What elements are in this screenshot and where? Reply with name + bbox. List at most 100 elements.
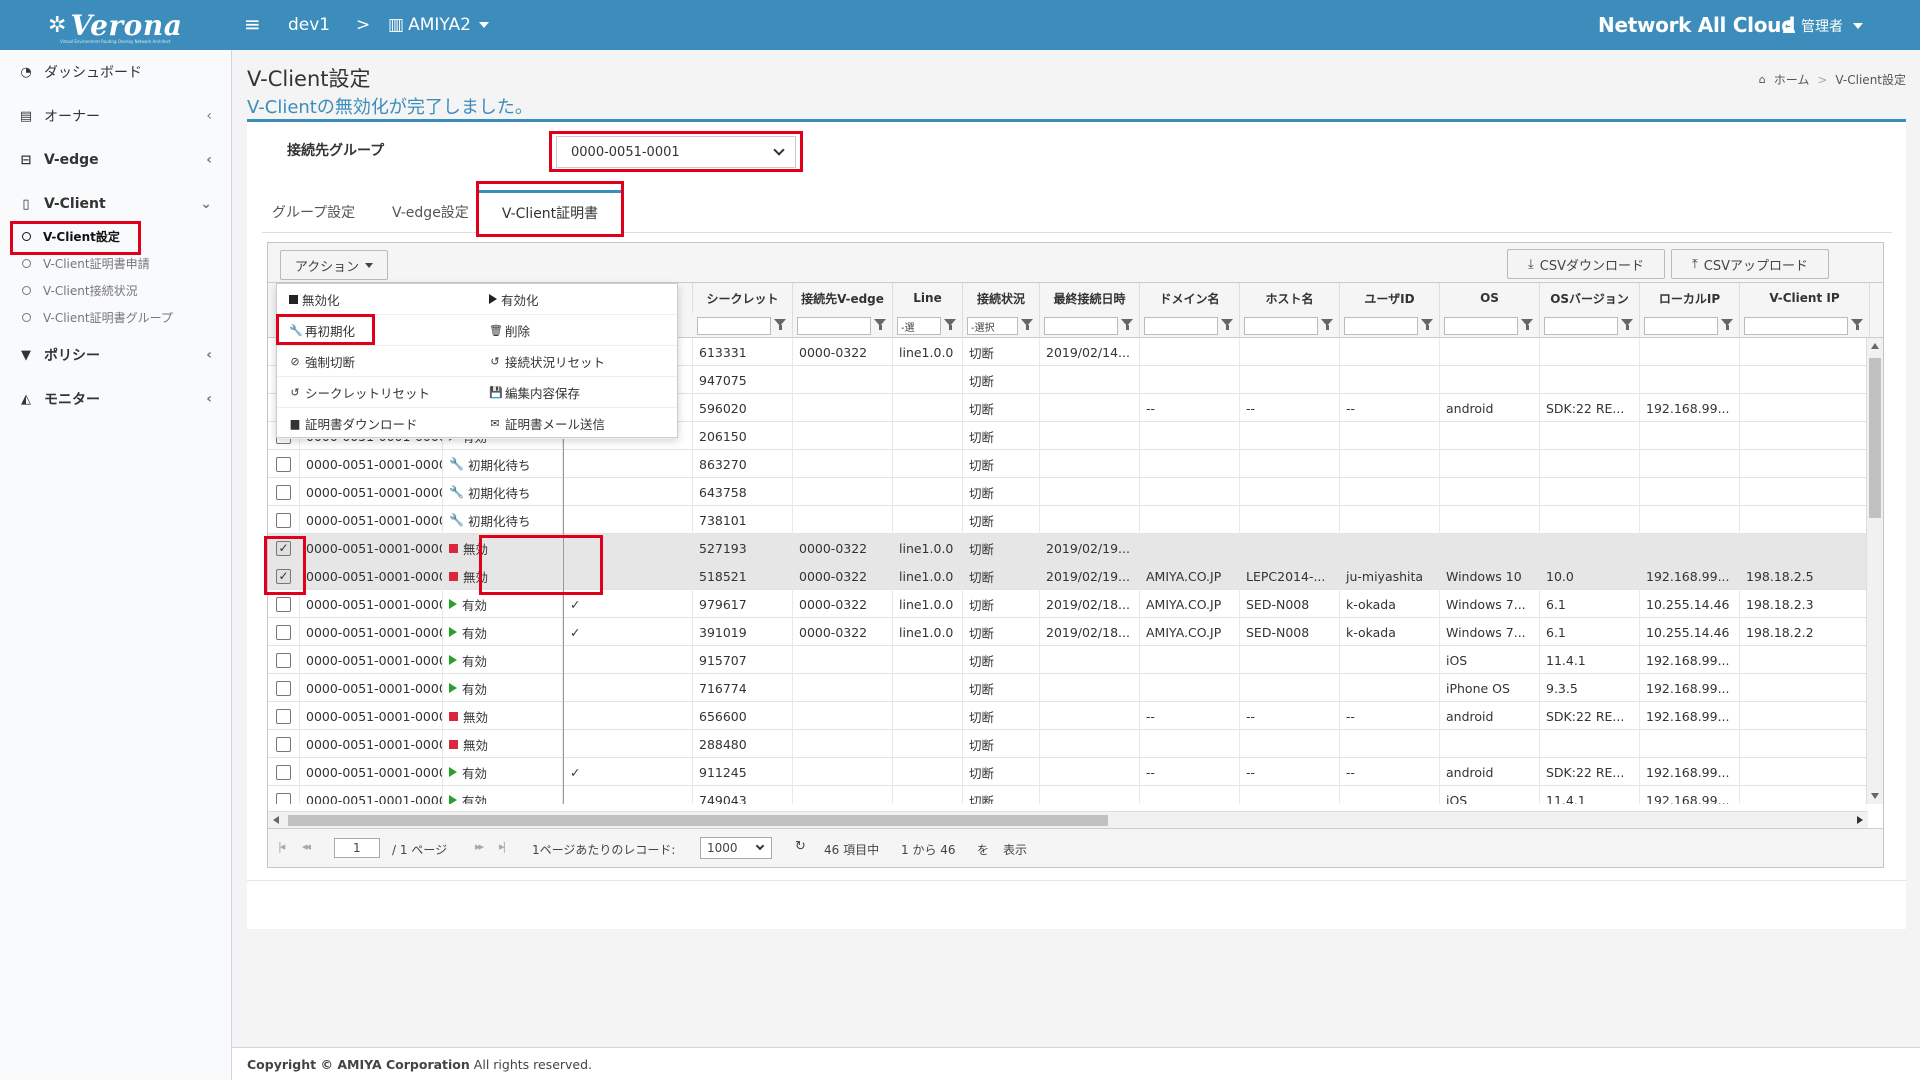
column-header-vip[interactable]: V-Client IP (1740, 283, 1870, 313)
filter-icon[interactable] (1521, 319, 1533, 330)
table-row[interactable]: 0000-0051-0001-000006🔧初期化待ち863270切断 (268, 450, 1868, 478)
column-header-host[interactable]: ホスト名 (1240, 283, 1340, 313)
filter-input-host[interactable] (1244, 317, 1318, 335)
action-menu-item[interactable]: ⊘ 強制切断 (277, 346, 477, 377)
per-page-select[interactable]: 1000 (700, 837, 772, 859)
filter-icon[interactable] (774, 319, 786, 330)
filter-icon[interactable] (1121, 319, 1133, 330)
filter-input-line[interactable]: -選 (897, 317, 941, 335)
sidebar-item-owner[interactable]: ▤ オーナー ‹ (0, 94, 232, 138)
table-row[interactable]: 0000-0051-0001-000007🔧初期化待ち643758切断 (268, 478, 1868, 506)
table-row[interactable]: 0000-0051-0001-000015無効656600切断------and… (268, 702, 1868, 730)
table-row[interactable]: 0000-0051-0001-000014 有効 716774 切断 iPhone OS… (268, 674, 1868, 702)
csv-download-button[interactable]: ⤓ CSVダウンロード (1507, 249, 1665, 279)
table-row[interactable]: ✓ 0000-0051-0001-000010 無効 5185210000-0322l… (268, 562, 1868, 590)
horizontal-scrollbar[interactable] (268, 811, 1868, 828)
action-menu-item[interactable]: 🔧 再初期化 (277, 315, 477, 346)
column-header-line[interactable]: Line (893, 283, 963, 313)
table-row[interactable]: 0000-0051-0001-000012 有効 ✓3910190000-0322l… (268, 618, 1868, 646)
row-checkbox[interactable] (276, 736, 291, 752)
table-row[interactable]: 0000-0051-0001-000013 有効 915707 切断 iOS11.4.1… (268, 646, 1868, 674)
sidebar-sub-cert-request[interactable]: V-Client証明書申請 (0, 250, 232, 277)
next-page-icon[interactable]: ▸▸ (475, 840, 484, 853)
csv-upload-button[interactable]: ⤒ CSVアップロード (1671, 249, 1829, 279)
sidebar-sub-cert-group[interactable]: V-Client証明書グループ (0, 304, 232, 331)
sidebar-item-monitor[interactable]: ◭ モニター ‹ (0, 377, 232, 421)
action-menu-item[interactable]: 💾 編集内容保存 (477, 377, 677, 408)
scroll-right-icon[interactable] (1857, 816, 1863, 824)
row-checkbox[interactable] (276, 512, 291, 528)
filter-icon[interactable] (874, 319, 886, 330)
filter-input-vip[interactable] (1744, 317, 1848, 335)
column-header-last[interactable]: 最終接続日時 (1040, 283, 1140, 313)
sidebar-sub-vclient-settings[interactable]: V-Client設定 (0, 223, 232, 250)
table-row[interactable]: ✓ 0000-0051-0001-000009 無効 5271930000-0322l… (268, 534, 1868, 562)
scroll-thumb[interactable] (288, 815, 1108, 826)
filter-input-lip[interactable] (1644, 317, 1718, 335)
filter-icon[interactable] (944, 319, 956, 330)
column-header-domain[interactable]: ドメイン名 (1140, 283, 1240, 313)
row-checkbox[interactable] (276, 792, 291, 804)
action-menu-item[interactable]: 無効化 (277, 284, 477, 315)
sidebar-item-policy[interactable]: ▼ ポリシー ‹ (0, 333, 232, 377)
row-checkbox[interactable] (276, 652, 291, 668)
filter-input-user[interactable] (1344, 317, 1418, 335)
row-checkbox[interactable] (276, 764, 291, 780)
action-menu-item[interactable]: ↺ シークレットリセット (277, 377, 477, 408)
row-checkbox[interactable] (276, 624, 291, 640)
action-menu-item[interactable]: ▆ 証明書ダウンロード (277, 408, 477, 439)
logo[interactable]: ✲ Verona Virtual Environment Routing Ove… (0, 0, 232, 50)
row-checkbox[interactable]: ✓ (276, 540, 291, 556)
row-checkbox[interactable] (276, 456, 291, 472)
column-header-osv[interactable]: OSバージョン (1540, 283, 1640, 313)
table-row[interactable]: 0000-0051-0001-000008🔧初期化待ち738101切断 (268, 506, 1868, 534)
refresh-icon[interactable]: ↻ (795, 839, 806, 854)
row-checkbox[interactable] (276, 484, 291, 500)
filter-input-domain[interactable] (1144, 317, 1218, 335)
filter-input-vedge[interactable] (797, 317, 871, 335)
action-menu-item[interactable]: ✉ 証明書メール送信 (477, 408, 677, 439)
group-select[interactable]: 0000-0051-0001 (556, 136, 796, 168)
filter-input-osv[interactable] (1544, 317, 1618, 335)
row-checkbox[interactable] (276, 708, 291, 724)
filter-icon[interactable] (1221, 319, 1233, 330)
sidebar-item-dashboard[interactable]: ◔ ダッシュボード (0, 50, 232, 94)
vertical-scrollbar[interactable] (1866, 338, 1883, 804)
action-button[interactable]: アクション (280, 250, 388, 280)
filter-input-secret[interactable] (697, 317, 771, 335)
table-row[interactable]: 0000-0051-0001-000011 有効 ✓9796170000-0322l… (268, 590, 1868, 618)
table-row[interactable]: 0000-0051-0001-000018 有効 749043 切断 iOS11.4.1… (268, 786, 1868, 804)
prev-page-icon[interactable]: ◂◂ (302, 840, 311, 853)
first-page-icon[interactable]: |◂ (278, 840, 285, 853)
filter-input-os[interactable] (1444, 317, 1518, 335)
last-page-icon[interactable]: ▸| (499, 840, 506, 853)
table-row[interactable]: 0000-0051-0001-000017有効✓911245切断------an… (268, 758, 1868, 786)
row-checkbox[interactable] (276, 680, 291, 696)
filter-icon[interactable] (1321, 319, 1333, 330)
filter-icon[interactable] (1851, 319, 1863, 330)
row-checkbox[interactable] (276, 596, 291, 612)
breadcrumb-home[interactable]: ホーム (1774, 71, 1810, 88)
row-checkbox[interactable]: ✓ (276, 568, 291, 584)
filter-input-last[interactable] (1044, 317, 1118, 335)
tab-vclient-certificate[interactable]: V-Client証明書 (476, 190, 624, 233)
action-menu-item[interactable]: ↺ 接続状況リセット (477, 346, 677, 377)
sidebar-sub-connection-status[interactable]: V-Client接続状況 (0, 277, 232, 304)
action-menu-item[interactable]: 🗑 削除 (477, 315, 677, 346)
action-menu-item[interactable]: 有効化 (477, 284, 677, 315)
tab-group-settings[interactable]: グループ設定 (260, 190, 367, 233)
column-header-secret[interactable]: シークレット (693, 283, 793, 313)
column-header-os[interactable]: OS (1440, 283, 1540, 313)
tab-vedge-settings[interactable]: V-edge設定 (380, 190, 481, 233)
scroll-left-icon[interactable] (273, 816, 279, 824)
filter-icon[interactable] (1421, 319, 1433, 330)
column-header-lip[interactable]: ローカルIP (1640, 283, 1740, 313)
filter-input-conn[interactable]: -選択 (967, 317, 1018, 335)
scroll-down-icon[interactable] (1871, 793, 1879, 799)
page-input[interactable]: 1 (334, 838, 380, 858)
user-menu[interactable]: 管理者 (1783, 16, 1863, 36)
tenant-dropdown[interactable]: ▥ AMIYA2 (388, 15, 489, 35)
filter-icon[interactable] (1021, 319, 1033, 330)
scroll-up-icon[interactable] (1871, 343, 1879, 349)
filter-icon[interactable] (1721, 319, 1733, 330)
